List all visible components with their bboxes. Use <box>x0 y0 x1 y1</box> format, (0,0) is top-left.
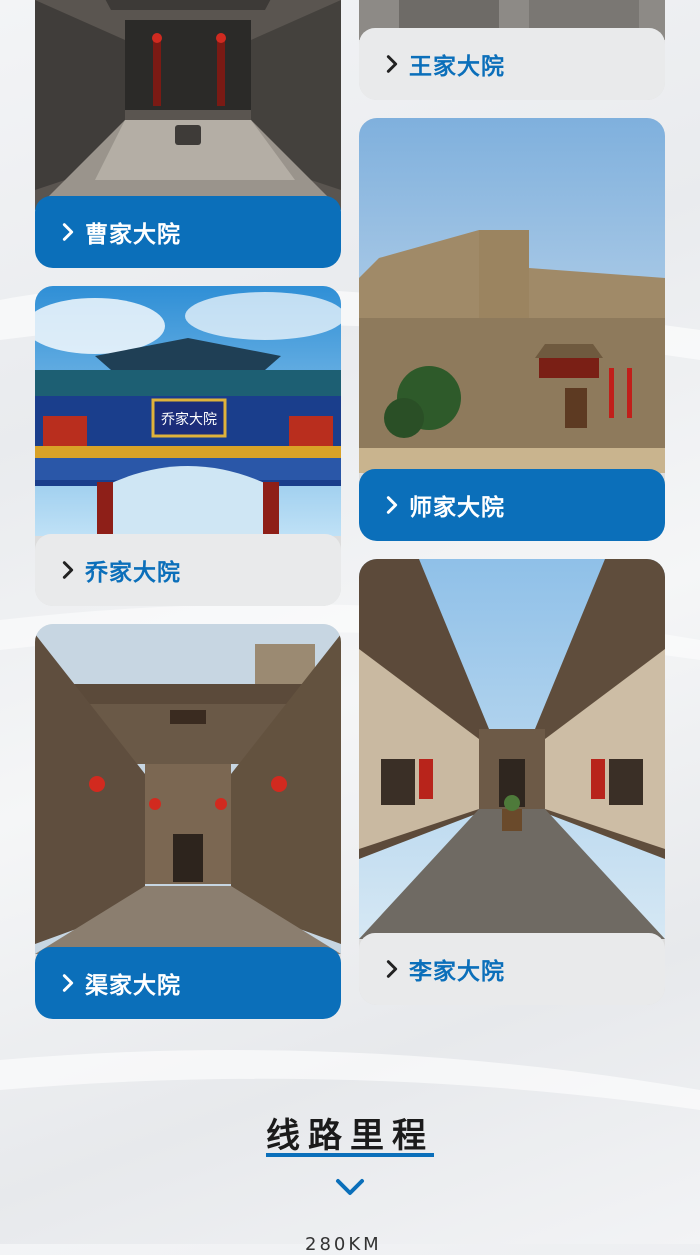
caption-qiaojia[interactable]: 乔家大院 <box>35 534 341 606</box>
card-shijia[interactable]: 师家大院 <box>359 118 665 541</box>
alley-photo <box>359 559 665 939</box>
caption-label: 乔家大院 <box>85 560 181 586</box>
caption-lijia[interactable]: 李家大院 <box>359 933 665 1005</box>
chevron-right-icon <box>386 496 398 514</box>
card-wangjia[interactable]: 王家大院 <box>359 0 665 100</box>
caption-shijia[interactable]: 师家大院 <box>359 469 665 541</box>
caption-label: 渠家大院 <box>85 973 181 999</box>
card-qujia[interactable]: 渠家大院 <box>35 624 341 1019</box>
archway-plaque: 乔家大院 <box>161 411 217 428</box>
caption-wangjia[interactable]: 王家大院 <box>359 28 665 100</box>
card-qiaojia[interactable]: 乔家大院 乔家大院 <box>35 286 341 606</box>
archway-photo: 乔家大院 <box>35 286 341 536</box>
courtyard-photo <box>35 0 341 210</box>
chevron-down-icon[interactable] <box>335 1176 365 1198</box>
chevron-right-icon <box>386 960 398 978</box>
title-underline <box>266 1153 434 1157</box>
chevron-right-icon <box>386 55 398 73</box>
chevron-right-icon <box>62 561 74 579</box>
section-title: 线路里程 <box>266 1116 434 1156</box>
fortress-photo <box>359 118 665 473</box>
caption-label: 师家大院 <box>409 495 505 521</box>
distance-value: 280KM <box>305 1234 382 1255</box>
card-lijia[interactable]: 李家大院 <box>359 559 665 1005</box>
chevron-right-icon <box>62 223 74 241</box>
caption-label: 王家大院 <box>409 54 505 80</box>
caption-caojia[interactable]: 曹家大院 <box>35 196 341 268</box>
card-caojia[interactable]: 曹家大院 <box>35 0 341 268</box>
caption-label: 曹家大院 <box>85 222 181 248</box>
courtyard-photo <box>35 624 341 954</box>
caption-qujia[interactable]: 渠家大院 <box>35 947 341 1019</box>
chevron-right-icon <box>62 974 74 992</box>
caption-label: 李家大院 <box>409 959 505 985</box>
